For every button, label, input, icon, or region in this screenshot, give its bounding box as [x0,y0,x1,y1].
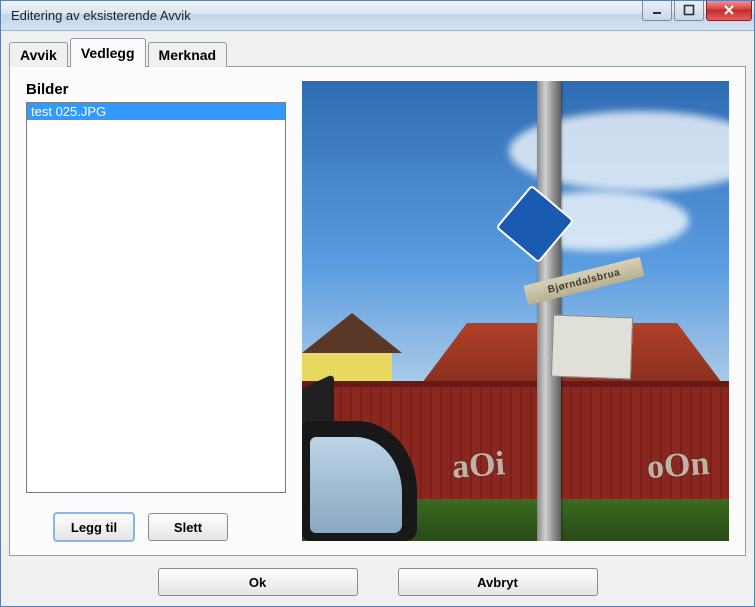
preview-pole [537,81,561,541]
titlebar[interactable]: Editering av eksisterende Avvik [1,1,754,31]
close-icon [722,4,736,16]
minimize-icon [651,4,663,16]
maximize-icon [683,4,695,16]
window-title: Editering av eksisterende Avvik [11,8,640,23]
preview-house [302,313,422,383]
dialog-button-bar: Ok Avbryt [9,564,746,598]
image-preview: aOi oOn Bjørndalsbrua [302,81,729,541]
preview-graffiti: aOi [451,445,506,487]
tab-merknad[interactable]: Merknad [148,42,228,67]
preview-graffiti: oOn [645,445,710,487]
panel-row: Bilder test 025.JPG Legg til Slett [26,81,729,541]
preview-info-panel [551,315,633,380]
close-button[interactable] [706,1,752,21]
client-area: Avvik Vedlegg Merknad Bilder test 025.JP… [1,31,754,606]
preview-car-mirror [302,381,432,541]
tab-bar: Avvik Vedlegg Merknad [9,37,746,66]
list-item[interactable]: test 025.JPG [27,103,285,120]
ok-button[interactable]: Ok [158,568,358,596]
tab-vedlegg[interactable]: Vedlegg [70,38,146,67]
tab-avvik[interactable]: Avvik [9,42,68,67]
attachment-listbox[interactable]: test 025.JPG [26,102,286,493]
cancel-button[interactable]: Avbryt [398,568,598,596]
bilder-label: Bilder [26,81,286,98]
list-button-row: Legg til Slett [26,513,286,541]
maximize-button[interactable] [674,1,704,21]
add-button[interactable]: Legg til [54,513,134,541]
window-controls [640,1,752,21]
window-frame: Editering av eksisterende Avvik Avvik Ve… [0,0,755,607]
tab-panel-vedlegg: Bilder test 025.JPG Legg til Slett [9,66,746,556]
delete-button[interactable]: Slett [148,513,228,541]
minimize-button[interactable] [642,1,672,21]
left-column: Bilder test 025.JPG Legg til Slett [26,81,286,541]
